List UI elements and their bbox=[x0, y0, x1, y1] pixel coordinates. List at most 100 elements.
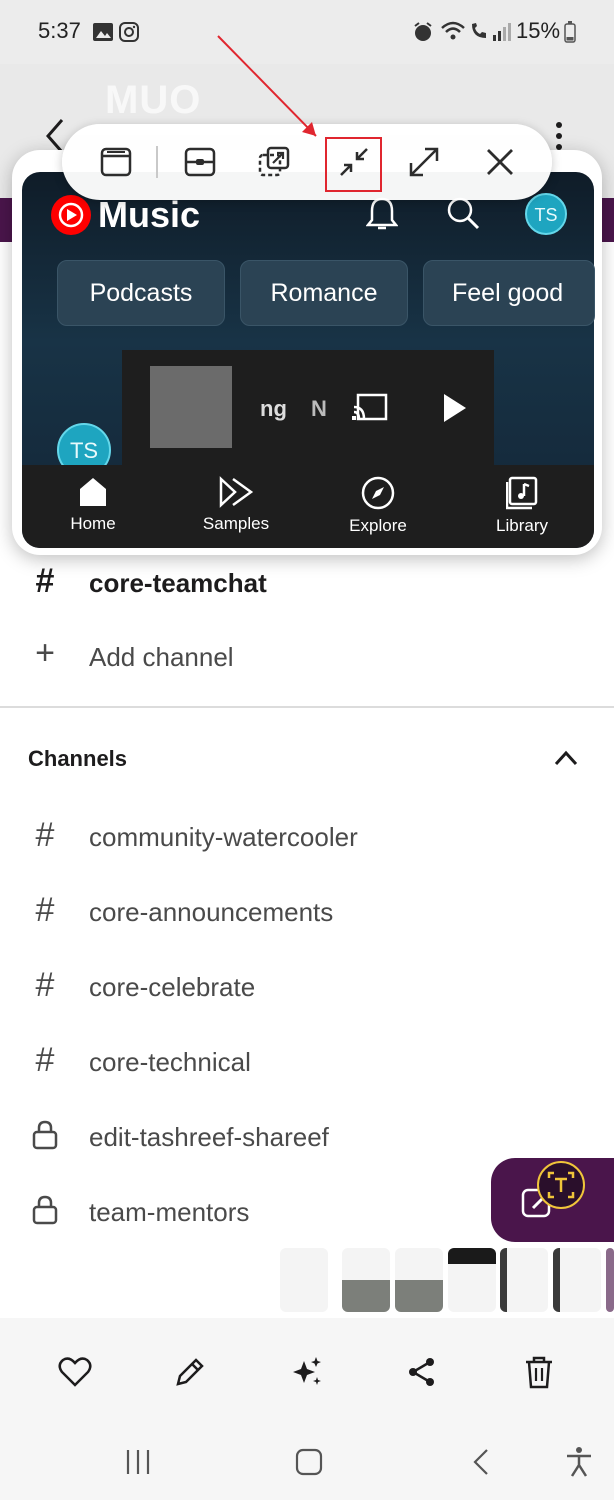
workspace-title: MUO bbox=[105, 78, 202, 122]
pencil-icon bbox=[176, 1358, 204, 1386]
svg-text:TS: TS bbox=[70, 438, 98, 463]
play-icon[interactable] bbox=[442, 392, 468, 424]
edit-button[interactable] bbox=[168, 1350, 212, 1394]
nav-home[interactable]: Home bbox=[33, 476, 153, 540]
channel-label: core-teamchat bbox=[89, 568, 267, 598]
window-button[interactable] bbox=[94, 140, 138, 184]
favorite-button[interactable] bbox=[53, 1350, 97, 1394]
channel-row-community-watercooler[interactable]: # community-watercooler bbox=[0, 800, 614, 874]
pop-up-icon bbox=[258, 146, 290, 177]
channel-label: core-announcements bbox=[89, 897, 334, 927]
cast-icon[interactable] bbox=[352, 393, 388, 423]
heart-icon bbox=[58, 1357, 92, 1387]
maximize-icon bbox=[409, 147, 439, 177]
channel-label: edit-tashreef-shareef bbox=[89, 1122, 329, 1152]
plus-icon: + bbox=[35, 633, 55, 672]
nav-library-label: Library bbox=[496, 516, 548, 535]
more-vertical-icon[interactable] bbox=[553, 120, 565, 152]
search-icon[interactable] bbox=[446, 196, 480, 230]
back-chevron-icon bbox=[473, 1449, 488, 1475]
section-divider bbox=[0, 706, 614, 708]
library-icon bbox=[506, 476, 538, 510]
screenshot-thumbnail[interactable] bbox=[500, 1248, 548, 1312]
status-time: 5:37 bbox=[38, 18, 81, 43]
wifi-icon bbox=[441, 21, 465, 40]
battery-icon bbox=[564, 21, 576, 43]
close-button[interactable] bbox=[478, 140, 522, 184]
screenshot-thumbnail[interactable] bbox=[553, 1248, 601, 1312]
screenshot-thumbnail[interactable] bbox=[606, 1248, 614, 1312]
recent-apps-icon bbox=[126, 1450, 150, 1474]
channel-label: core-technical bbox=[89, 1047, 251, 1077]
signal-icon bbox=[493, 23, 511, 41]
lock-icon bbox=[32, 1195, 58, 1225]
nav-explore-label: Explore bbox=[349, 516, 407, 535]
nav-home-label: Home bbox=[70, 514, 116, 533]
accessibility-icon bbox=[567, 1447, 591, 1477]
instagram-icon bbox=[119, 22, 139, 42]
hash-icon: # bbox=[35, 965, 55, 1004]
app-name: Music bbox=[98, 194, 201, 235]
gallery-icon bbox=[93, 23, 113, 41]
share-icon bbox=[409, 1358, 434, 1386]
screenshot-thumbnail[interactable] bbox=[395, 1248, 443, 1312]
delete-button[interactable] bbox=[517, 1350, 561, 1394]
split-screen-icon bbox=[184, 147, 216, 177]
channels-section-title[interactable]: Channels bbox=[28, 746, 127, 772]
sparkle-icon bbox=[293, 1357, 321, 1385]
avatar[interactable]: TS bbox=[524, 192, 568, 236]
mini-player-artist: N bbox=[311, 396, 327, 421]
back-button[interactable] bbox=[460, 1442, 504, 1482]
nav-library[interactable]: Library bbox=[462, 476, 582, 540]
trash-icon bbox=[526, 1356, 552, 1389]
bell-icon[interactable] bbox=[366, 196, 398, 232]
home-square-icon bbox=[295, 1448, 323, 1476]
red-arrow-annotation bbox=[217, 35, 317, 137]
youtube-music-logo-icon bbox=[51, 195, 91, 235]
hash-icon: # bbox=[35, 815, 55, 854]
channel-row-core-celebrate[interactable]: # core-celebrate bbox=[0, 950, 614, 1024]
mini-player-thumbnail bbox=[150, 366, 232, 448]
recent-apps-button[interactable] bbox=[116, 1442, 160, 1482]
home-button[interactable] bbox=[287, 1442, 331, 1482]
share-button[interactable] bbox=[400, 1350, 444, 1394]
window-icon bbox=[100, 147, 132, 177]
chevron-up-icon[interactable] bbox=[552, 744, 580, 772]
samples-icon bbox=[219, 476, 254, 508]
channel-row-core-technical[interactable]: # core-technical bbox=[0, 1025, 614, 1099]
mini-player-title: ng bbox=[260, 396, 287, 421]
screenshot-thumbnail[interactable] bbox=[342, 1248, 390, 1312]
svg-text:TS: TS bbox=[534, 205, 557, 225]
chip-feel-good[interactable]: Feel good bbox=[423, 260, 595, 326]
alarm-icon bbox=[414, 22, 432, 41]
channel-label: community-watercooler bbox=[89, 822, 358, 852]
hash-icon: # bbox=[35, 1040, 55, 1079]
chip-romance[interactable]: Romance bbox=[240, 260, 408, 326]
minimize-highlight-box bbox=[325, 137, 382, 192]
wifi-calling-icon bbox=[472, 23, 486, 38]
avatar-secondary[interactable]: TS bbox=[56, 422, 112, 468]
lock-icon bbox=[32, 1120, 58, 1150]
nav-samples-label: Samples bbox=[202, 514, 270, 533]
chip-podcasts[interactable]: Podcasts bbox=[57, 260, 225, 326]
screenshot-thumbnail[interactable] bbox=[280, 1248, 328, 1312]
ai-edit-button[interactable] bbox=[285, 1350, 329, 1394]
add-channel-label: Add channel bbox=[89, 642, 234, 672]
compass-icon bbox=[361, 476, 395, 510]
channel-row-core-teamchat[interactable]: # core-teamchat bbox=[0, 546, 614, 620]
screenshot-thumbnail[interactable] bbox=[448, 1248, 496, 1312]
nav-explore[interactable]: Explore bbox=[318, 476, 438, 540]
home-icon bbox=[80, 478, 106, 506]
close-icon bbox=[487, 149, 513, 175]
nav-samples[interactable]: Samples bbox=[176, 476, 296, 540]
maximize-button[interactable] bbox=[402, 140, 446, 184]
accessibility-button[interactable] bbox=[557, 1442, 601, 1482]
add-channel-row[interactable]: + Add channel bbox=[0, 620, 614, 694]
channel-row-core-announcements[interactable]: # core-announcements bbox=[0, 875, 614, 949]
battery-percentage: 15% bbox=[516, 18, 561, 43]
hash-icon: # bbox=[35, 890, 55, 929]
toolbar-divider bbox=[156, 146, 158, 178]
text-recognition-icon[interactable] bbox=[536, 1160, 586, 1210]
channel-label: team-mentors bbox=[89, 1197, 250, 1227]
hash-icon: # bbox=[35, 561, 55, 600]
